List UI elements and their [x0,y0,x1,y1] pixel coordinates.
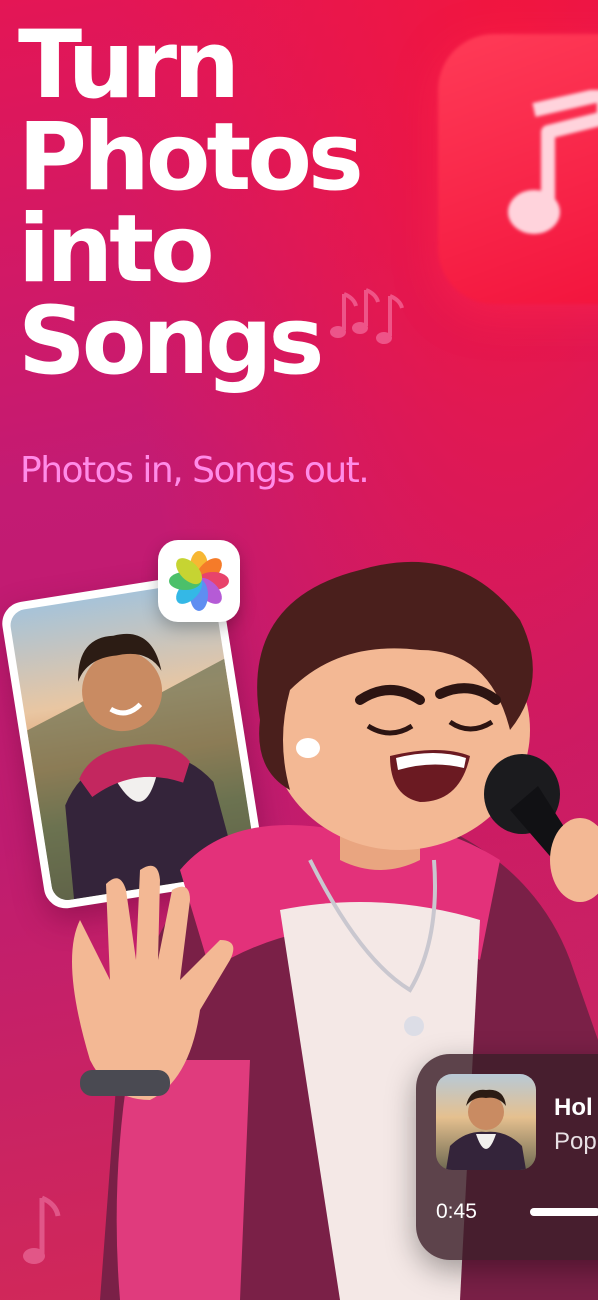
headline-line-1: Turn [18,11,240,120]
promo-screen: Turn Photos into Songs Photos in, Songs … [0,0,598,1300]
headline-line-3: into [18,195,215,304]
progress-fill [530,1208,598,1216]
headline-line-4: Songs [18,287,324,396]
song-title: Hol [554,1094,593,1121]
progress-bar[interactable] [530,1208,598,1216]
elapsed-time: 0:45 [436,1200,477,1223]
headline-line-2: Photos [18,103,364,212]
headline: Turn Photos into Songs [18,11,364,396]
music-notes-icon [330,288,404,344]
music-note-icon-faint [23,1195,61,1264]
photos-flower-icon [158,540,240,622]
tagline: Photos in, Songs out. [20,450,370,491]
now-playing-card[interactable]: Hol Pop 0:45 [416,1054,598,1260]
music-note-icon [438,34,598,304]
song-genre: Pop [554,1128,597,1155]
album-art [436,1074,536,1170]
